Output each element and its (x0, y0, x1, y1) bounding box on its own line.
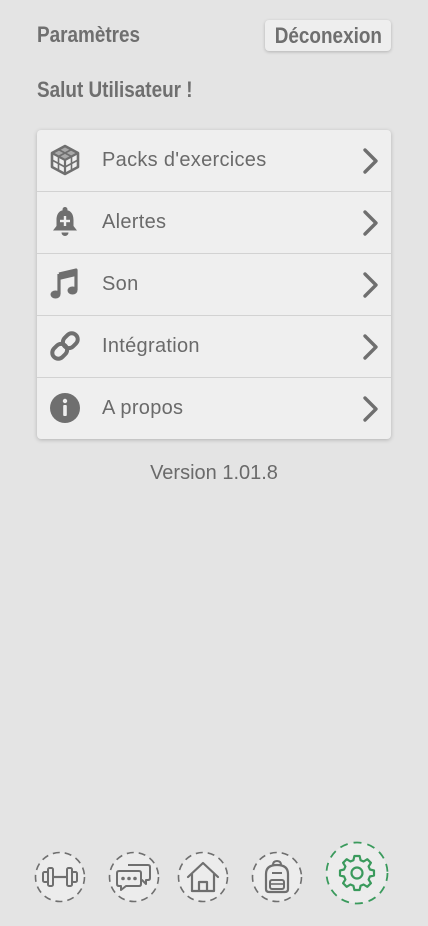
menu-item-label: Packs d'exercices (102, 149, 267, 171)
menu-item-label: Intégration (102, 335, 200, 357)
nav-settings-button[interactable] (325, 841, 389, 905)
version-text: Version 1.01.8 (150, 462, 278, 484)
nav-workouts-button[interactable] (34, 851, 86, 903)
chevron-right-icon (359, 147, 381, 175)
menu-item-label: Son (102, 273, 139, 295)
chevron-right-icon (359, 395, 381, 423)
page-title: Paramètres (37, 22, 141, 47)
header: Paramètres Déconexion (0, 0, 428, 70)
dumbbell-icon (34, 851, 86, 903)
menu-item-about[interactable]: A propos (37, 378, 391, 439)
menu-item-exercise-packs[interactable]: Packs d'exercices (37, 130, 391, 192)
menu-item-label: A propos (102, 397, 184, 419)
logout-button[interactable]: Déconexion (265, 20, 391, 51)
nav-backpack-button[interactable] (251, 851, 303, 903)
chevron-right-icon (359, 271, 381, 299)
nav-home-button[interactable] (177, 851, 229, 903)
home-icon (177, 851, 229, 903)
chat-icon (108, 851, 160, 903)
bell-plus-icon (49, 206, 81, 238)
info-icon (49, 392, 81, 424)
menu-item-alerts[interactable]: Alertes (37, 192, 391, 254)
logout-button-label: Déconexion (274, 23, 382, 48)
settings-menu: Packs d'exercices Alertes Son Intégratio… (37, 130, 391, 439)
nav-chat-button[interactable] (108, 851, 160, 903)
menu-item-label: Alertes (102, 211, 167, 233)
chevron-right-icon (359, 333, 381, 361)
bottom-nav (0, 840, 428, 910)
gear-icon (325, 841, 389, 905)
backpack-icon (251, 851, 303, 903)
menu-item-sound[interactable]: Son (37, 254, 391, 316)
menu-item-integration[interactable]: Intégration (37, 316, 391, 378)
chevron-right-icon (359, 209, 381, 237)
link-icon (49, 330, 81, 362)
music-note-icon (49, 268, 81, 300)
greeting-text: Salut Utilisateur ! (37, 77, 193, 102)
cube-icon (49, 144, 81, 176)
